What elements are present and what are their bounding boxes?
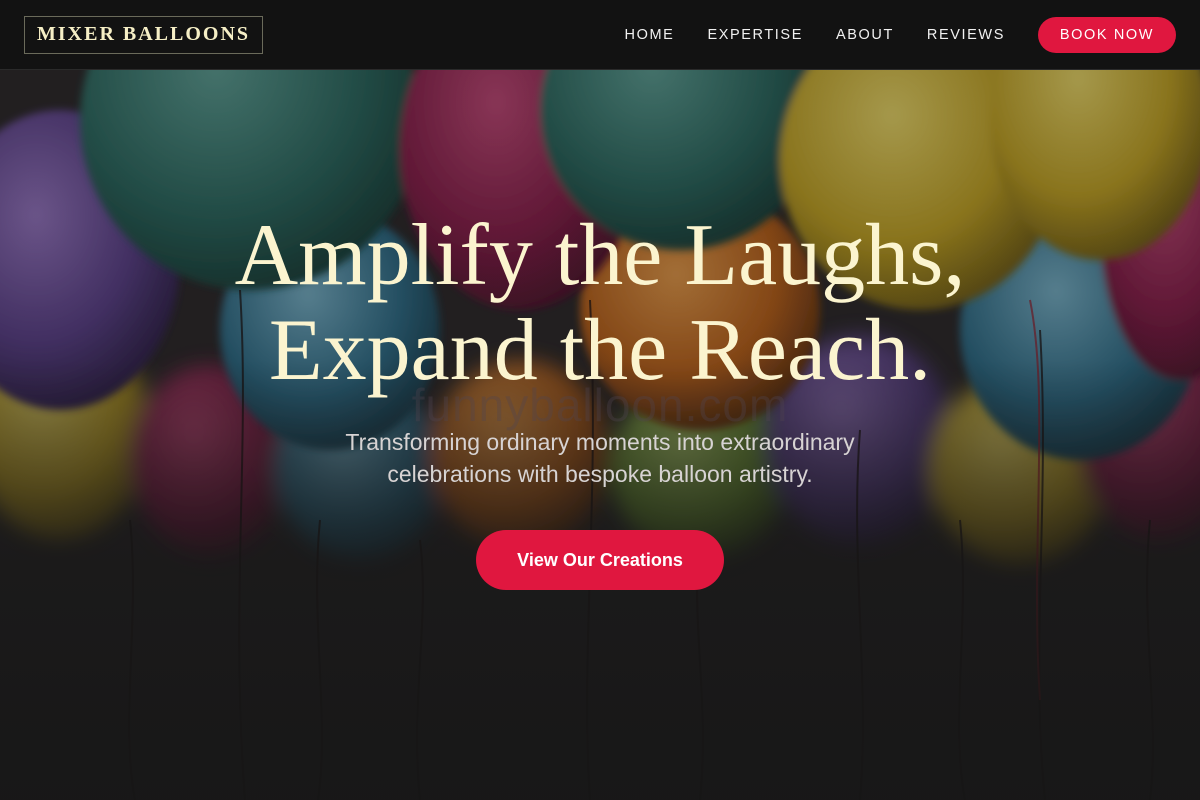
site-header: MIXER BALLOONS HOME EXPERTISE ABOUT REVI… xyxy=(0,0,1200,70)
book-now-button[interactable]: BOOK NOW xyxy=(1038,16,1176,53)
hero-subtitle-line-2: celebrations with bespoke balloon artist… xyxy=(387,461,813,487)
hero-headline-line-2: Expand the Reach. xyxy=(268,302,932,399)
hero-headline: Amplify the Laughs, Expand the Reach. xyxy=(0,208,1200,398)
hero-headline-line-1: Amplify the Laughs, xyxy=(234,207,966,304)
nav-link-expertise[interactable]: EXPERTISE xyxy=(707,27,803,43)
site-logo[interactable]: MIXER BALLOONS xyxy=(24,15,264,54)
hero-subtitle-line-1: Transforming ordinary moments into extra… xyxy=(345,429,855,455)
hero-content: funnyballoon.com Amplify the Laughs, Exp… xyxy=(0,0,1200,800)
main-nav: HOME EXPERTISE ABOUT REVIEWS BOOK NOW xyxy=(625,16,1176,53)
view-creations-button[interactable]: View Our Creations xyxy=(476,530,724,590)
nav-link-reviews[interactable]: REVIEWS xyxy=(927,27,1005,43)
nav-link-home[interactable]: HOME xyxy=(625,27,675,43)
nav-link-about[interactable]: ABOUT xyxy=(836,27,894,43)
hero-subtitle: Transforming ordinary moments into extra… xyxy=(0,426,1200,490)
